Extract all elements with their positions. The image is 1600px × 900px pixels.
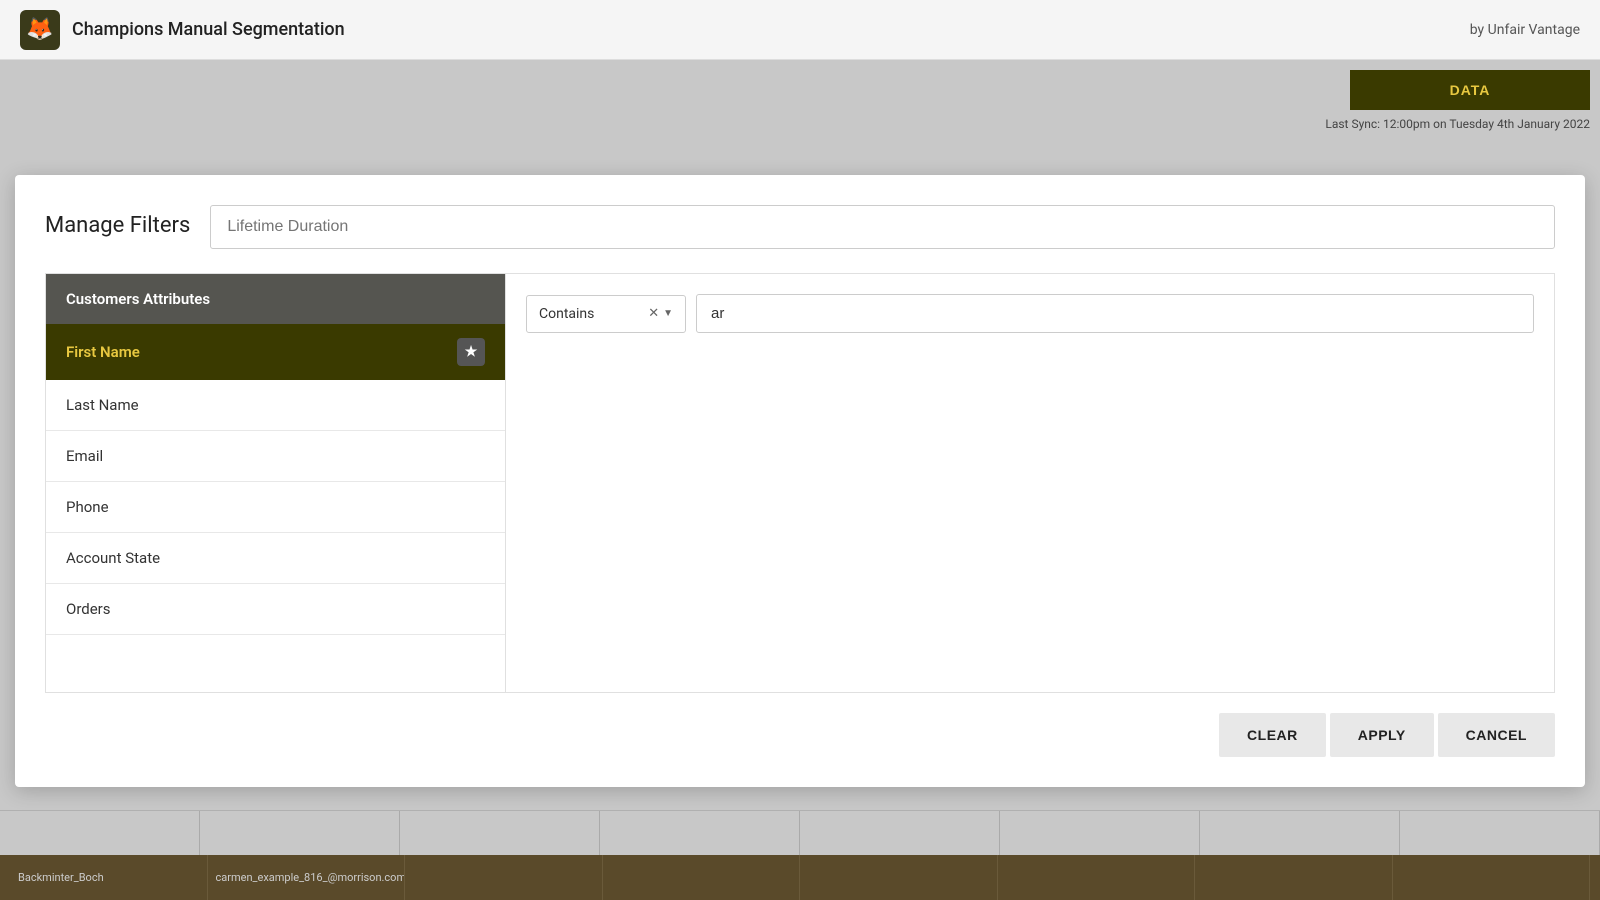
- chevron-down-icon[interactable]: ▼: [663, 308, 673, 319]
- table-cell: [1200, 811, 1400, 855]
- app-header: 🦊 Champions Manual Segmentation by Unfai…: [0, 0, 1600, 60]
- sidebar-item-label: Orders: [66, 600, 111, 618]
- sidebar-item-label: Account State: [66, 549, 160, 567]
- filter-row: Contains ✕ ▼: [526, 294, 1534, 333]
- sidebar-selected-label: First Name: [66, 343, 140, 361]
- modal-footer: CLEAR APPLY CANCEL: [45, 713, 1555, 757]
- table-cell-name: Backminter_Boch: [10, 855, 208, 900]
- filter-name-input[interactable]: [210, 205, 1555, 249]
- table-cell-5: [800, 855, 998, 900]
- table-cell-6: [998, 855, 1196, 900]
- filter-sidebar: Customers Attributes First Name ★ Last N…: [46, 274, 506, 692]
- sidebar-item-label: Last Name: [66, 396, 139, 414]
- table-cell: [1400, 811, 1600, 855]
- sidebar-item-account-state[interactable]: Account State: [46, 533, 505, 584]
- table-cell-7: [1195, 855, 1393, 900]
- table-cell: [0, 811, 200, 855]
- table-row-empty: [0, 810, 1600, 855]
- data-button[interactable]: DATA: [1350, 70, 1590, 110]
- manage-filters-modal: Manage Filters Customers Attributes Firs…: [15, 175, 1585, 787]
- logo-icon: 🦊: [20, 10, 60, 50]
- sidebar-selected-item[interactable]: First Name ★: [46, 324, 505, 380]
- filter-area: Contains ✕ ▼: [506, 274, 1554, 692]
- sidebar-item-label: Phone: [66, 498, 109, 516]
- sidebar-item-label: Email: [66, 447, 103, 465]
- modal-title: Manage Filters: [45, 205, 190, 238]
- condition-label: Contains: [539, 306, 640, 322]
- clear-icon[interactable]: ✕: [648, 306, 659, 321]
- sidebar-item-email[interactable]: Email: [46, 431, 505, 482]
- table-cell-8: [1393, 855, 1591, 900]
- modal-header-row: Manage Filters: [45, 205, 1555, 249]
- table-row-data: Backminter_Boch carmen_example_816_@morr…: [0, 855, 1600, 900]
- condition-dropdown[interactable]: Contains ✕ ▼: [526, 295, 686, 333]
- sidebar-item-orders[interactable]: Orders: [46, 584, 505, 635]
- table-cell: [1000, 811, 1200, 855]
- star-badge: ★: [457, 338, 485, 366]
- filter-value-input[interactable]: [696, 294, 1534, 333]
- logo-emoji: 🦊: [26, 17, 53, 42]
- header-byline: by Unfair Vantage: [1470, 22, 1580, 38]
- sidebar-item-phone[interactable]: Phone: [46, 482, 505, 533]
- condition-dropdown-icons: ✕ ▼: [648, 306, 673, 321]
- app-title: Champions Manual Segmentation: [72, 19, 345, 40]
- sync-info: Last Sync: 12:00pm on Tuesday 4th Januar…: [1325, 116, 1590, 133]
- table-cell: [800, 811, 1000, 855]
- sidebar-item-lastname[interactable]: Last Name: [46, 380, 505, 431]
- apply-button[interactable]: APPLY: [1330, 713, 1434, 757]
- bottom-table: Backminter_Boch carmen_example_816_@morr…: [0, 810, 1600, 900]
- table-cell: [400, 811, 600, 855]
- table-cell-email: carmen_example_816_@morrison.com: [208, 855, 406, 900]
- table-cell-3: [405, 855, 603, 900]
- filter-name-wrapper: [210, 205, 1555, 249]
- table-cell-4: [603, 855, 801, 900]
- app-logo: 🦊 Champions Manual Segmentation: [20, 10, 345, 50]
- top-right-panel: DATA Last Sync: 12:00pm on Tuesday 4th J…: [1325, 70, 1590, 133]
- table-cell: [600, 811, 800, 855]
- sidebar-category: Customers Attributes: [46, 274, 505, 324]
- modal-body: Customers Attributes First Name ★ Last N…: [45, 273, 1555, 693]
- clear-button[interactable]: CLEAR: [1219, 713, 1326, 757]
- table-cell: [200, 811, 400, 855]
- cancel-button[interactable]: CANCEL: [1438, 713, 1555, 757]
